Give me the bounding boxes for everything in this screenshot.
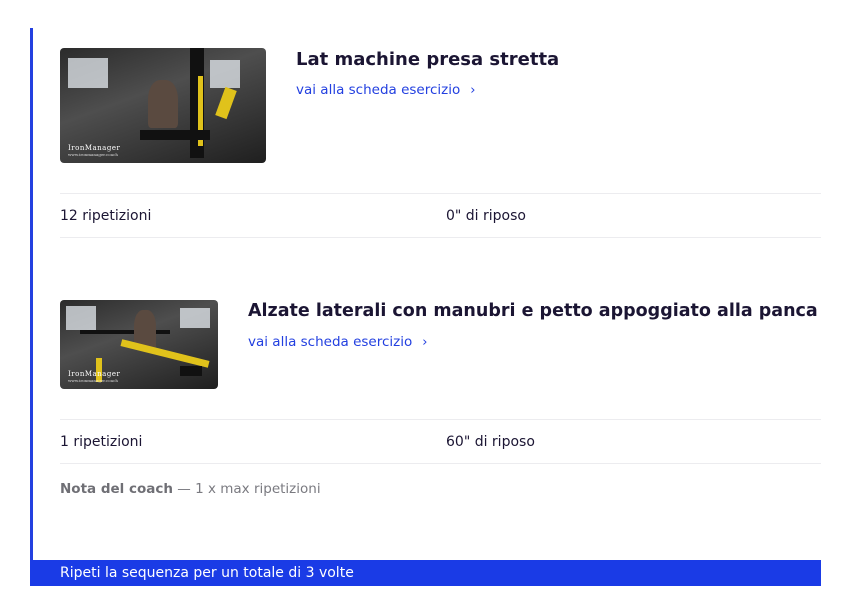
coach-note-label: Nota del coach (60, 481, 173, 497)
exercise-sheet-link-label: vai alla scheda esercizio (296, 82, 461, 98)
exercise-thumbnail[interactable]: IronManager www.ironmanager.coach (60, 300, 218, 389)
exercise-reps: 12 ripetizioni (60, 207, 152, 224)
exercise-sheet-link[interactable]: vai alla scheda esercizio › (248, 334, 427, 350)
thumbnail-rack (80, 330, 170, 334)
thumbnail-bench (140, 130, 210, 140)
thumbnail-bench (120, 339, 210, 368)
exercise-title: Lat machine presa stretta (296, 49, 560, 70)
exercise-sheet-link[interactable]: vai alla scheda esercizio › (296, 82, 475, 98)
exercise-thumbnail[interactable]: IronManager www.ironmanager.coach (60, 48, 266, 163)
section-left-rule (30, 28, 33, 586)
exercise-stats-row: 12 ripetizioni 0" di riposo (60, 193, 821, 238)
thumbnail-watermark: IronManager www.ironmanager.coach (68, 143, 121, 157)
thumbnail-window (68, 58, 108, 88)
coach-note-separator: — (172, 481, 196, 497)
sequence-repeat-banner: Ripeti la sequenza per un totale di 3 vo… (30, 560, 821, 586)
coach-note: Nota del coach — 1 x max ripetizioni (60, 481, 321, 497)
thumbnail-machine-frame (215, 86, 237, 120)
chevron-right-icon: › (422, 335, 428, 350)
thumbnail-watermark: IronManager www.ironmanager.coach (68, 369, 121, 383)
chevron-right-icon: › (470, 83, 476, 98)
exercise-sheet-link-label: vai alla scheda esercizio (248, 334, 413, 350)
exercise-reps: 1 ripetizioni (60, 433, 143, 450)
exercise-rest: 60" di riposo (446, 433, 535, 450)
thumbnail-window (66, 306, 96, 330)
thumbnail-window (180, 308, 210, 328)
exercise-title: Alzate laterali con manubri e petto appo… (248, 301, 818, 321)
exercise-stats-row: 1 ripetizioni 60" di riposo (60, 419, 821, 464)
thumbnail-window (210, 60, 240, 88)
thumbnail-athlete (148, 80, 178, 128)
exercise-rest: 0" di riposo (446, 207, 526, 224)
thumbnail-dumbbell (180, 366, 202, 376)
sequence-repeat-text: Ripeti la sequenza per un totale di 3 vo… (60, 565, 354, 581)
coach-note-text: 1 x max ripetizioni (195, 481, 321, 497)
